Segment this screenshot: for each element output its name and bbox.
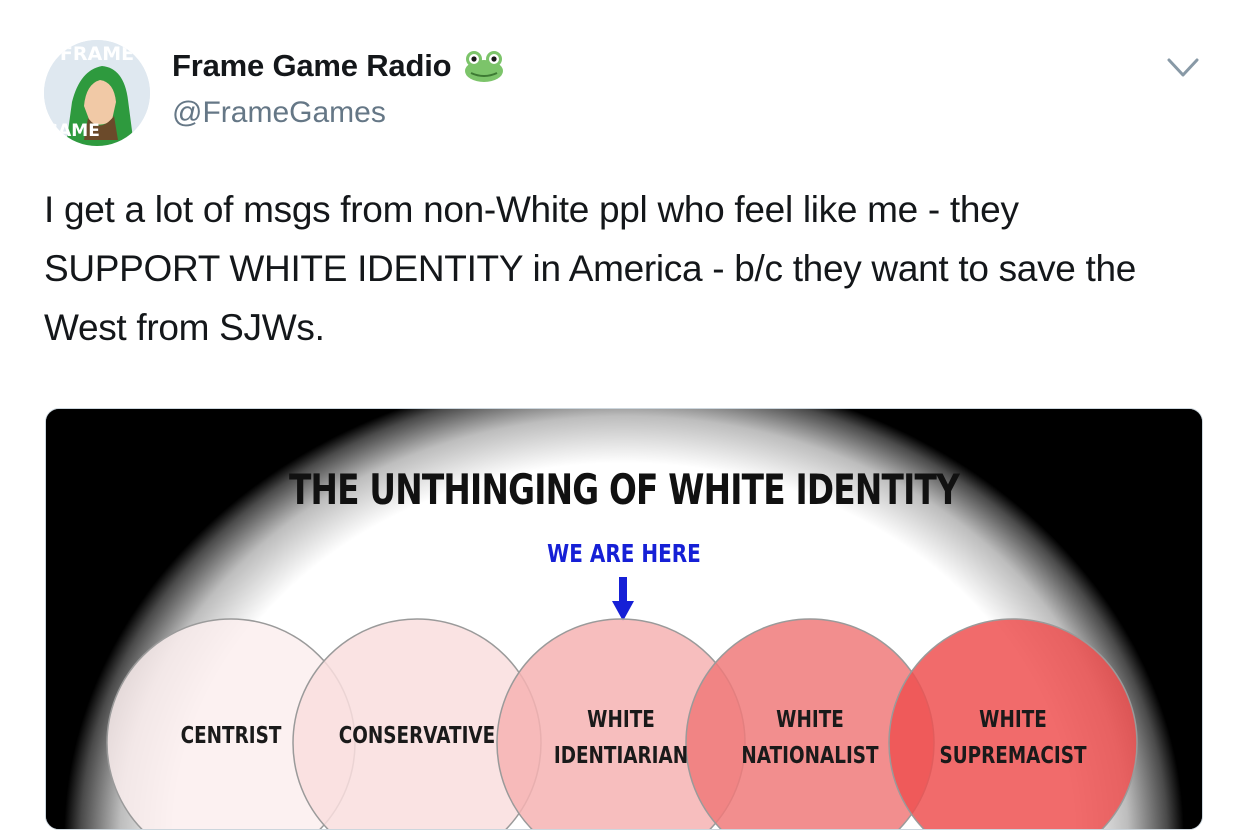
author-display-name[interactable]: Frame Game Radio — [172, 48, 452, 84]
venn-label-4-line-2: NATIONALIST — [741, 742, 879, 769]
venn-label-3-line-2: IDENTIARIAN — [554, 742, 688, 769]
venn-diagram: CENTRIST CONSERVATIVE WHITE IDENTIARIAN WHIT… — [106, 618, 1138, 829]
avatar-text-frame: FRAME — [60, 43, 134, 65]
author-handle[interactable]: @FrameGames — [172, 96, 386, 130]
chevron-down-icon[interactable] — [1166, 56, 1200, 80]
avatar-image: FRAME GAME — [44, 40, 150, 146]
author-name-row[interactable]: Frame Game Radio — [172, 48, 505, 84]
venn-label-5-line-2: SUPREMACIST — [939, 742, 1087, 769]
venn-label-5-line-1: WHITE — [979, 706, 1047, 733]
tweet: FRAME GAME Frame Game Radio @FrameGames … — [0, 0, 1260, 830]
venn-label-4-line-1: WHITE — [776, 706, 844, 733]
tweet-text: I get a lot of msgs from non-White ppl w… — [44, 189, 1137, 348]
tweet-media-image[interactable]: THE UNTHINGING OF WHITE IDENTITY WE ARE … — [45, 408, 1203, 830]
venn-label-1-line-1: CENTRIST — [181, 722, 282, 749]
venn-label-3-line-1: WHITE — [587, 706, 655, 733]
avatar[interactable]: FRAME GAME — [44, 40, 150, 146]
avatar-text-game: GAME — [44, 121, 100, 141]
venn-label-2-line-1: CONSERVATIVE — [339, 722, 495, 749]
frog-face-icon — [465, 51, 504, 82]
author-block: Frame Game Radio @FrameGames — [172, 48, 505, 129]
